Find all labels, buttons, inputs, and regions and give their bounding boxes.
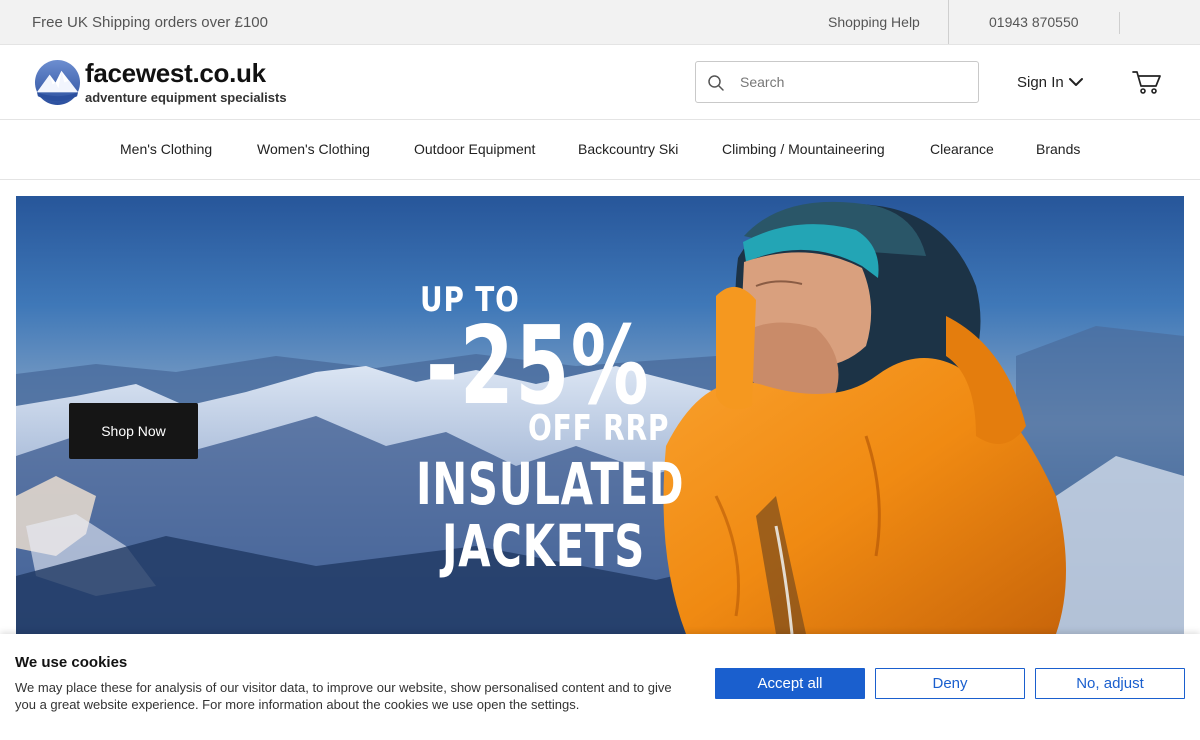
logo-name: facewest.co.uk — [85, 58, 266, 88]
divider — [1119, 12, 1120, 34]
free-shipping-promo: Free UK Shipping orders over £100 — [32, 14, 268, 31]
top-bar: Free UK Shipping orders over £100 Shoppi… — [0, 0, 1200, 45]
site-header: facewest.co.uk adventure equipment speci… — [0, 45, 1200, 120]
nav-item-backcountry-ski[interactable]: Backcountry Ski — [578, 141, 678, 157]
shopping-help-link[interactable]: Shopping Help — [828, 14, 920, 30]
search-icon[interactable] — [707, 74, 725, 92]
main-nav: Men's Clothing Women's Clothing Outdoor … — [0, 120, 1200, 180]
hero-insulated: INSULATED — [416, 450, 685, 518]
logo-tagline: adventure equipment specialists — [85, 90, 287, 105]
cookie-description: We may place these for analysis of our v… — [15, 680, 672, 712]
nav-item-brands[interactable]: Brands — [1036, 141, 1080, 157]
nav-item-clearance[interactable]: Clearance — [930, 141, 994, 157]
deny-button[interactable]: Deny — [875, 668, 1025, 699]
search-input[interactable] — [740, 71, 960, 93]
phone-number-link[interactable]: 01943 870550 — [989, 14, 1079, 30]
cookie-title: We use cookies — [15, 654, 128, 671]
nav-item-womens-clothing[interactable]: Women's Clothing — [257, 141, 370, 157]
mountain-logo-icon — [34, 59, 81, 106]
adjust-button[interactable]: No, adjust — [1035, 668, 1185, 699]
nav-item-mens-clothing[interactable]: Men's Clothing — [120, 141, 212, 157]
sign-in-link[interactable]: Sign In — [1017, 74, 1064, 91]
hero-banner[interactable]: UP TO -25% OFF RRP INSULATED JACKETS Sho… — [16, 196, 1184, 634]
hero-off-rrp: OFF RRP — [528, 408, 670, 449]
chevron-down-icon[interactable] — [1068, 74, 1084, 90]
cart-icon[interactable] — [1132, 69, 1162, 95]
nav-item-outdoor-equipment[interactable]: Outdoor Equipment — [414, 141, 535, 157]
cookie-banner: We use cookies We may place these for an… — [0, 634, 1200, 740]
site-logo[interactable]: facewest.co.uk adventure equipment speci… — [34, 57, 294, 109]
shop-now-button[interactable]: Shop Now — [69, 403, 198, 459]
divider — [948, 0, 949, 44]
accept-all-button[interactable]: Accept all — [715, 668, 865, 699]
search-box[interactable] — [695, 61, 979, 103]
hero-jackets: JACKETS — [442, 512, 645, 580]
nav-item-climbing-mountaineering[interactable]: Climbing / Mountaineering — [722, 141, 885, 157]
